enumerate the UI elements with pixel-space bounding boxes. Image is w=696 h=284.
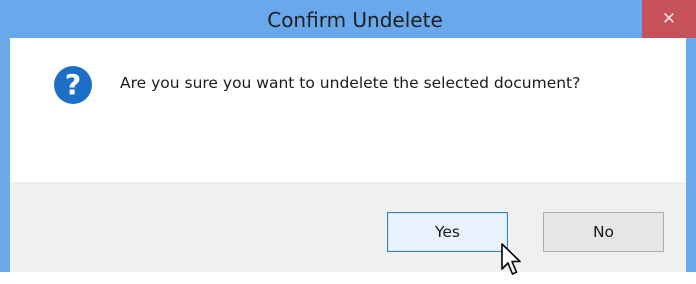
no-button[interactable]: No	[543, 212, 664, 252]
yes-button[interactable]: Yes	[387, 212, 508, 252]
close-button[interactable]: ✕	[642, 0, 696, 38]
dialog-content	[10, 38, 686, 182]
question-icon: ?	[54, 66, 92, 104]
title-bar[interactable]: Confirm Undelete ✕	[0, 0, 696, 38]
confirm-undelete-dialog: Confirm Undelete ✕ ? Are you sure you wa…	[0, 0, 696, 284]
close-icon: ✕	[661, 9, 677, 29]
mouse-pointer-icon	[501, 243, 521, 275]
window-title: Confirm Undelete	[267, 8, 443, 32]
dialog-message: Are you sure you want to undelete the se…	[120, 74, 581, 92]
